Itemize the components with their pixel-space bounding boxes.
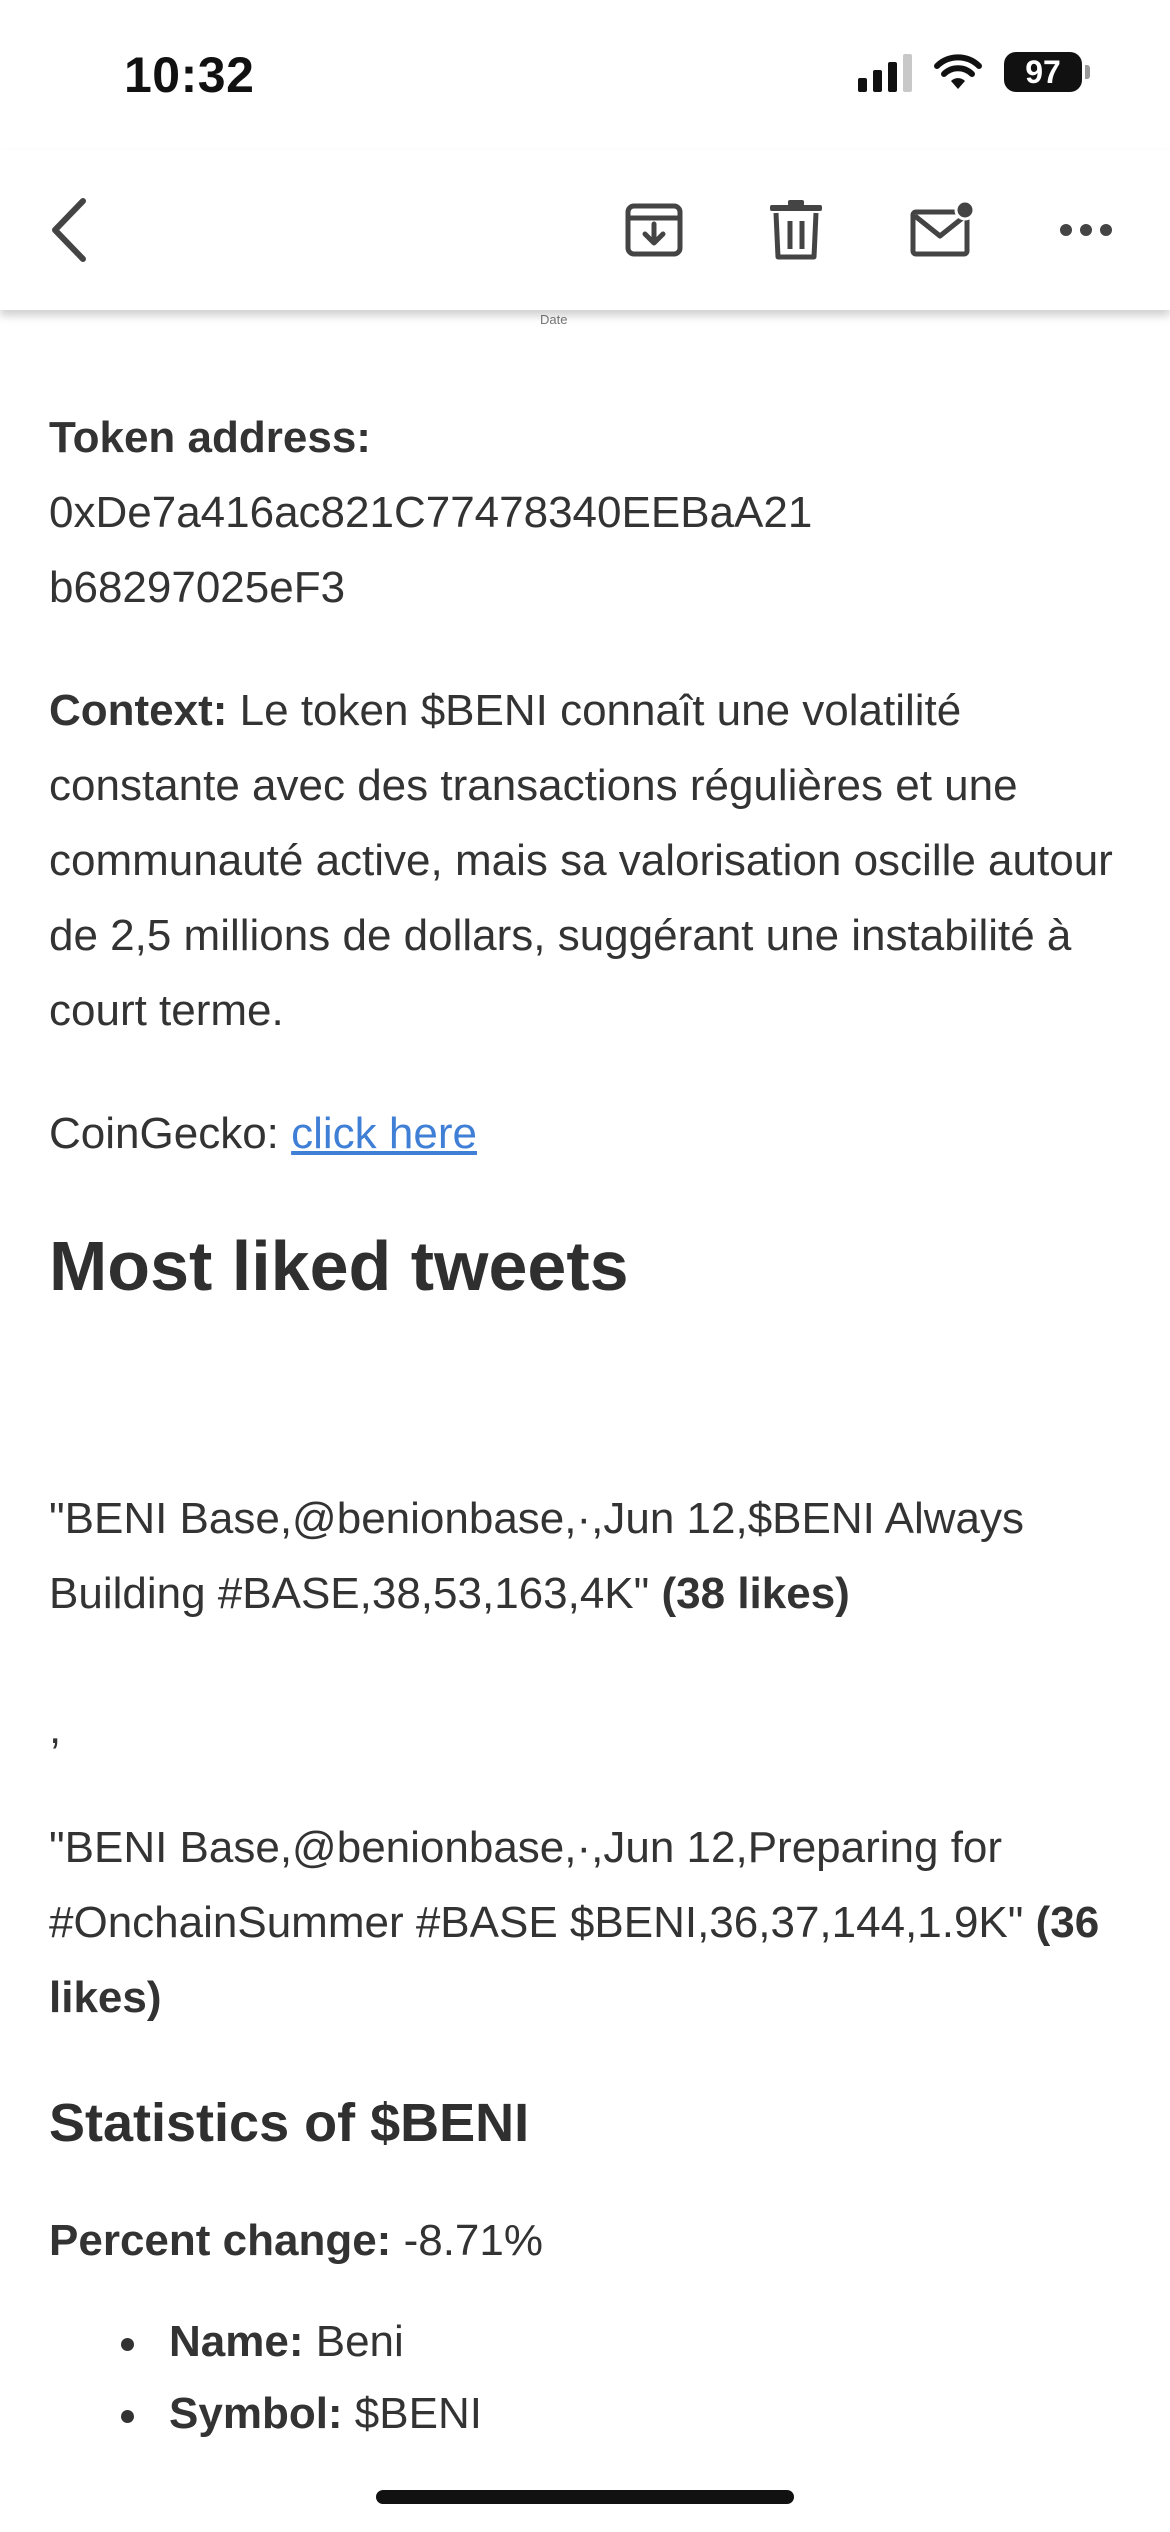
percent-change-line: Percent change: -8.71%	[49, 2203, 1129, 2278]
date-label: Date	[540, 312, 568, 327]
coingecko-label: CoinGecko:	[49, 1109, 292, 1158]
most-liked-tweets-heading: Most liked tweets	[49, 1227, 629, 1305]
trash-icon	[770, 200, 822, 260]
tweet-text: "BENI Base,@benionbase,·,Jun 12,$BENI Al…	[49, 1494, 1025, 1618]
statistics-list: Name: Beni Symbol: $BENI	[49, 2306, 1129, 2450]
home-indicator[interactable]	[376, 2490, 794, 2504]
back-icon	[52, 198, 86, 262]
statistics-heading: Statistics of $BENI	[49, 2093, 530, 2153]
mark-unread-button[interactable]	[902, 190, 982, 270]
email-body: Token address: 0xDe7a416ac821C77478340EE…	[49, 400, 1129, 2450]
percent-change-label: Percent change:	[49, 2216, 392, 2265]
mark-unread-icon	[910, 200, 975, 257]
context-label: Context:	[49, 686, 228, 735]
list-item: Name: Beni	[49, 2306, 1129, 2378]
mail-toolbar	[0, 150, 1170, 310]
status-icons: 97	[858, 52, 1090, 92]
stat-value: $BENI	[342, 2389, 482, 2438]
status-bar: 10:32 97	[0, 0, 1170, 150]
status-time: 10:32	[124, 47, 255, 103]
list-item: Symbol: $BENI	[49, 2378, 1129, 2450]
tweet-item: "BENI Base,@benionbase,·,Jun 12,$BENI Al…	[49, 1481, 1129, 1631]
tweet-likes: (38 likes)	[661, 1569, 850, 1618]
wifi-icon	[934, 54, 982, 89]
token-address-line-1[interactable]: 0xDe7a416ac821C77478340EEBaA21	[49, 475, 1129, 550]
archive-icon	[625, 203, 683, 257]
archive-button[interactable]	[614, 190, 694, 270]
stat-value: Beni	[303, 2317, 404, 2366]
more-icon	[1060, 224, 1112, 236]
percent-change-value: -8.71%	[391, 2216, 543, 2265]
tweet-text: "BENI Base,@benionbase,·,Jun 12,Preparin…	[49, 1823, 1036, 1947]
more-button[interactable]	[1046, 190, 1126, 270]
back-button[interactable]	[30, 190, 110, 270]
context-paragraph: Context: Le token $BENI connaît une vola…	[49, 673, 1129, 1048]
context-text: Le token $BENI connaît une volatilité co…	[49, 686, 1113, 1035]
coingecko-link[interactable]: click here	[291, 1109, 477, 1158]
cellular-signal-icon	[858, 52, 912, 92]
token-address-label: Token address:	[49, 413, 371, 462]
delete-button[interactable]	[756, 190, 836, 270]
token-address-line-2[interactable]: b68297025eF3	[49, 550, 1129, 625]
battery-icon: 97	[1004, 52, 1090, 92]
battery-level: 97	[1004, 52, 1082, 92]
token-address-block: Token address: 0xDe7a416ac821C77478340EE…	[49, 400, 1129, 625]
stat-label: Name:	[169, 2317, 304, 2366]
tweet-item: "BENI Base,@benionbase,·,Jun 12,Preparin…	[49, 1810, 1129, 2035]
stat-label: Symbol:	[169, 2389, 343, 2438]
tweet-separator: ,	[49, 1704, 62, 1753]
coingecko-line: CoinGecko: click here	[49, 1096, 1129, 1171]
